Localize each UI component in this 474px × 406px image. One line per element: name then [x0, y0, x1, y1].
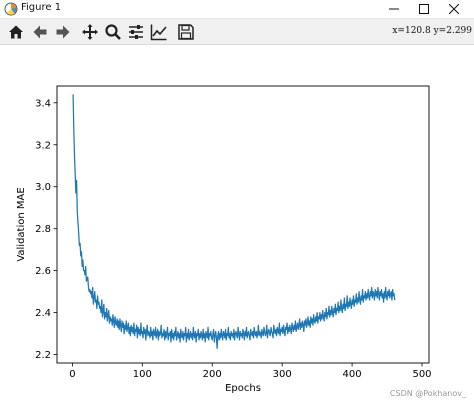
cursor-coordinates: x=120.8 y=2.299: [392, 26, 472, 36]
matplotlib-logo-icon: [4, 2, 18, 16]
x-tick-label: 300: [273, 369, 292, 380]
close-button[interactable]: [434, 0, 474, 18]
x-axis-ticks: 0 100 200 300 400 500: [69, 363, 432, 380]
x-tick-label: 200: [203, 369, 222, 380]
configure-subplots-icon: [129, 25, 143, 39]
back-button[interactable]: [30, 22, 50, 42]
x-tick-label: 400: [343, 369, 362, 380]
y-tick-label: 3.4: [35, 98, 51, 109]
x-tick-label: 500: [412, 369, 431, 380]
maximize-icon: [419, 4, 429, 14]
save-icon: [178, 24, 194, 40]
y-tick-label: 2.4: [35, 308, 51, 319]
forward-icon: [56, 25, 70, 39]
window-title: Figure 1: [21, 2, 62, 13]
zoom-icon: [105, 24, 121, 40]
x-axis-label: Epochs: [225, 383, 261, 394]
pan-button[interactable]: [80, 22, 100, 42]
edit-axis-button[interactable]: [149, 22, 169, 42]
save-button[interactable]: [176, 22, 196, 42]
home-button[interactable]: [6, 22, 26, 42]
home-icon: [9, 25, 23, 39]
configure-subplots-button[interactable]: [126, 22, 146, 42]
y-tick-label: 2.8: [35, 224, 51, 235]
validation-mae-line: [72, 94, 396, 349]
edit-axis-icon: [150, 24, 167, 41]
y-axis-label: Validation MAE: [16, 187, 27, 261]
x-tick-label: 100: [133, 369, 152, 380]
minimize-icon: [389, 8, 399, 10]
title-bar: Figure 1: [0, 0, 474, 19]
pan-icon: [82, 24, 98, 40]
y-tick-label: 2.6: [35, 266, 51, 277]
forward-button[interactable]: [53, 22, 73, 42]
zoom-button[interactable]: [103, 22, 123, 42]
x-tick-label: 0: [69, 369, 75, 380]
y-tick-label: 3.2: [35, 140, 51, 151]
line-chart: 2.2 2.4 2.6 2.8 3.0 3.2 3.4 0 100 200 300 400 500 E…: [16, 85, 432, 394]
figure-canvas[interactable]: 2.2 2.4 2.6 2.8 3.0 3.2 3.4 0 100 200 300 400 500 E…: [0, 45, 474, 402]
watermark: CSDN @Pokhanov_: [389, 389, 466, 398]
y-tick-label: 2.2: [35, 350, 51, 361]
y-tick-label: 3.0: [35, 182, 51, 193]
y-axis-ticks: 2.2 2.4 2.6 2.8 3.0 3.2 3.4: [35, 98, 57, 361]
back-icon: [33, 25, 47, 39]
close-icon: [449, 4, 459, 14]
